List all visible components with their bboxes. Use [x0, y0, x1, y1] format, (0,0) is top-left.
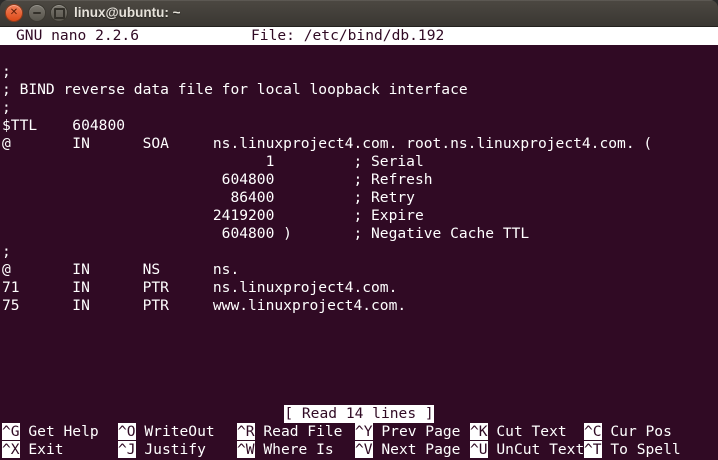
shortcut-writeout: ^O WriteOut — [118, 423, 215, 441]
buffer-line: 604800 ) ; Negative Cache TTL — [2, 225, 530, 242]
status-bar: [ Read 14 lines ] — [0, 405, 718, 423]
shortcut-key: ^W — [237, 441, 255, 458]
shortcut-key: ^T — [584, 441, 602, 458]
minimize-button[interactable] — [28, 4, 46, 22]
buffer-line: 604800 ; Refresh — [2, 171, 433, 188]
shortcut-cut-text: ^K Cut Text — [470, 423, 567, 441]
shortcut-label: Cut Text — [496, 423, 567, 440]
shortcut-label: Get Help — [28, 423, 99, 440]
shortcut-label: UnCut Text — [496, 441, 585, 458]
shortcut-label: Exit — [28, 441, 64, 458]
shortcut-key: ^K — [470, 423, 488, 440]
buffer-line: ; — [2, 243, 11, 260]
close-button[interactable]: ✕ — [5, 4, 23, 22]
shortcut-label: WriteOut — [144, 423, 215, 440]
shortcut-label: Justify — [144, 441, 206, 458]
maximize-icon — [53, 7, 65, 19]
shortcut-get-help: ^G Get Help — [2, 423, 99, 441]
buffer-line: @ IN SOA ns.linuxproject4.com. root.ns.l… — [2, 135, 653, 152]
shortcut-read-file: ^R Read File — [237, 423, 342, 441]
shortcut-key: ^J — [118, 441, 136, 458]
shortcut-to-spell: ^T To Spell — [584, 441, 681, 459]
nano-version: GNU nano 2.2.6 — [16, 27, 140, 44]
shortcut-key: ^G — [2, 423, 20, 440]
shortcut-label: Where Is — [263, 441, 334, 458]
buffer-line: $TTL 604800 — [2, 117, 126, 134]
shortcut-key: ^O — [118, 423, 136, 440]
buffer-line: ; BIND reverse data file for local loopb… — [2, 81, 468, 98]
terminal-window: ✕ linux@ubuntu: ~ GNU nano 2.2.6 File: /… — [0, 0, 718, 460]
terminal-screen[interactable]: GNU nano 2.2.6 File: /etc/bind/db.192 ; … — [0, 27, 718, 460]
shortcut-next-page: ^V Next Page — [355, 441, 460, 459]
maximize-button[interactable] — [50, 4, 68, 22]
shortcut-key: ^V — [355, 441, 373, 458]
buffer-line — [0, 45, 718, 63]
editor-buffer[interactable]: ; ; BIND reverse data file for local loo… — [0, 45, 718, 315]
nano-file-label: File: /etc/bind/db.192 — [251, 27, 445, 44]
buffer-line: 75 IN PTR www.linuxproject4.com. — [2, 297, 407, 314]
shortcut-exit: ^X Exit — [2, 441, 64, 459]
shortcut-key: ^X — [2, 441, 20, 458]
window-titlebar[interactable]: ✕ linux@ubuntu: ~ — [0, 0, 718, 27]
shortcut-prev-page: ^Y Prev Page — [355, 423, 460, 441]
shortcut-label: To Spell — [610, 441, 681, 458]
shortcut-uncut-text: ^U UnCut Text — [470, 441, 584, 459]
buffer-line: ; — [2, 99, 11, 116]
shortcut-label: Read File — [263, 423, 343, 440]
shortcut-label: Cur Pos — [610, 423, 672, 440]
window-title: linux@ubuntu: ~ — [74, 5, 181, 20]
shortcut-justify: ^J Justify — [118, 441, 206, 459]
buffer-line: 2419200 ; Expire — [2, 207, 424, 224]
shortcut-label: Prev Page — [381, 423, 461, 440]
buffer-line: @ IN NS ns. — [2, 261, 240, 278]
buffer-line: 71 IN PTR ns.linuxproject4.com. — [2, 279, 398, 296]
status-message: [ Read 14 lines ] — [284, 405, 434, 423]
shortcut-key: ^R — [237, 423, 255, 440]
buffer-line: ; — [2, 63, 11, 80]
shortcut-key: ^U — [470, 441, 488, 458]
buffer-line: 86400 ; Retry — [2, 189, 415, 206]
close-icon: ✕ — [9, 7, 19, 18]
shortcut-key: ^Y — [355, 423, 373, 440]
shortcut-key: ^C — [584, 423, 602, 440]
shortcut-bar-row1: ^G Get Help ^O WriteOut ^R Read File ^Y Prev… — [0, 423, 718, 441]
shortcut-bar-row2: ^X Exit ^J Justify ^W Where Is ^V Next Page … — [0, 441, 718, 459]
nano-header-bar: GNU nano 2.2.6 File: /etc/bind/db.192 — [0, 27, 718, 45]
shortcut-label: Next Page — [381, 441, 461, 458]
shortcut-where-is: ^W Where Is — [237, 441, 334, 459]
buffer-line: 1 ; Serial — [2, 153, 424, 170]
shortcut-cur-pos: ^C Cur Pos — [584, 423, 672, 441]
minimize-icon — [33, 12, 41, 14]
